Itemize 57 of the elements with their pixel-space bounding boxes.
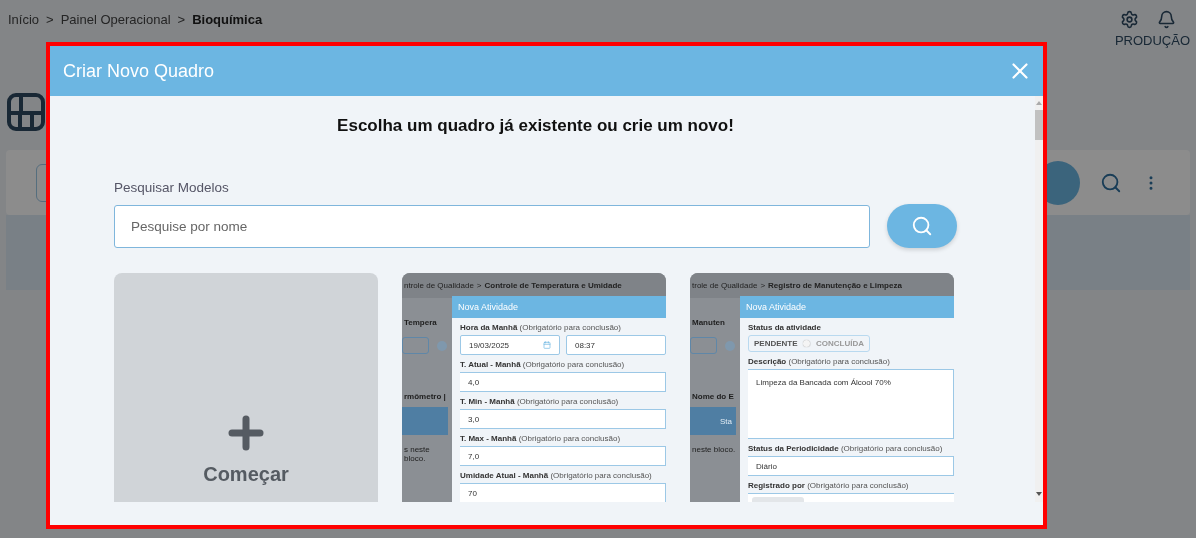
card-label: Começar xyxy=(203,463,289,486)
field-label: Hora da Manhã (Obrigatório para conclusão) xyxy=(460,323,622,332)
filter-field xyxy=(690,337,717,354)
text-field: 3,0 xyxy=(460,409,666,429)
page-title: Manuten xyxy=(692,318,725,327)
page-title: Tempera xyxy=(404,318,437,327)
search-label: Pesquisar Modelos xyxy=(114,180,230,195)
table-title: rmômetro | xyxy=(404,392,446,401)
field-label: Descrição (Obrigatório para conclusão) xyxy=(748,357,891,366)
breadcrumb-text: ntrole de Qualidade xyxy=(404,281,474,290)
user-label[interactable]: PRODUÇÃO xyxy=(1114,33,1190,48)
modal-heading: Escolha um quadro já existente ou crie um novo! xyxy=(336,116,735,136)
dialog-title: Nova Atividade xyxy=(452,296,666,318)
search-field[interactable]: Pesquise por nome xyxy=(114,204,870,248)
date-field: 19/03/2025 xyxy=(460,335,560,355)
breadcrumb-separator: > xyxy=(46,12,54,27)
calendar-icon xyxy=(543,341,551,349)
field-label: T. Max - Manhã (Obrigatório para conclusão) xyxy=(460,434,622,443)
new-board-card[interactable]: Começar xyxy=(114,273,378,502)
text-field: 4,0 xyxy=(460,372,666,392)
field-label: T. Min - Manhã (Obrigatório para conclusão) xyxy=(460,397,620,406)
breadcrumb-current: Registro de Manutenção e Limpeza xyxy=(768,281,902,290)
field-label: Status da atividade xyxy=(748,323,822,332)
field-label: T. Atual - Manhã (Obrigatório para conclusão) xyxy=(460,360,626,369)
time-field: 08:37 xyxy=(566,335,666,355)
table-title: Nome do E xyxy=(692,392,734,401)
bell-icon[interactable] xyxy=(1157,10,1176,29)
breadcrumb-link[interactable]: Painel Operacional xyxy=(60,12,171,27)
breadcrumb-separator: > xyxy=(760,281,766,290)
text-field: Diário xyxy=(748,456,954,476)
breadcrumb-current: Controle de Temperatura e Umidade xyxy=(484,281,622,290)
template-card[interactable] xyxy=(690,273,954,502)
table-header xyxy=(402,407,448,435)
dialog-title: Nova Atividade xyxy=(740,296,954,318)
scrollbar[interactable] xyxy=(1035,96,1043,502)
modal-title: Criar Novo Quadro xyxy=(63,60,215,82)
textarea-field: Limpeza da Bancada com Álcool 70% xyxy=(748,369,954,439)
field-label: Umidade Atual - Manhã (Obrigatório para conclusão) xyxy=(460,471,653,480)
breadcrumb-separator: > xyxy=(177,12,186,27)
table-header: Sta xyxy=(690,407,736,435)
field-label: Registrado por (Obrigatório para conclusão) xyxy=(748,481,910,490)
search-icon xyxy=(911,215,933,237)
template-card[interactable] xyxy=(402,273,666,502)
text-field: 7,0 xyxy=(460,446,666,466)
breadcrumb-text: trole de Qualidade xyxy=(692,281,758,290)
search-icon[interactable] xyxy=(1100,171,1122,194)
field-label: Status da Periodicidade (Obrigatório para conclusão) xyxy=(748,444,944,453)
status-toggle: PENDENTE CONCLUÍDA xyxy=(748,335,870,352)
settings-icon[interactable] xyxy=(1120,10,1139,29)
breadcrumb-current: Bioquímica xyxy=(192,12,263,27)
board-icon xyxy=(6,92,46,132)
breadcrumb-link[interactable]: Início xyxy=(8,12,40,27)
filter-field xyxy=(402,337,429,354)
text-field: 70 xyxy=(460,483,666,502)
breadcrumb-separator: > xyxy=(476,281,482,290)
footer-text: s neste bloco. xyxy=(404,445,431,463)
footer-text: neste bloco. xyxy=(692,445,736,454)
